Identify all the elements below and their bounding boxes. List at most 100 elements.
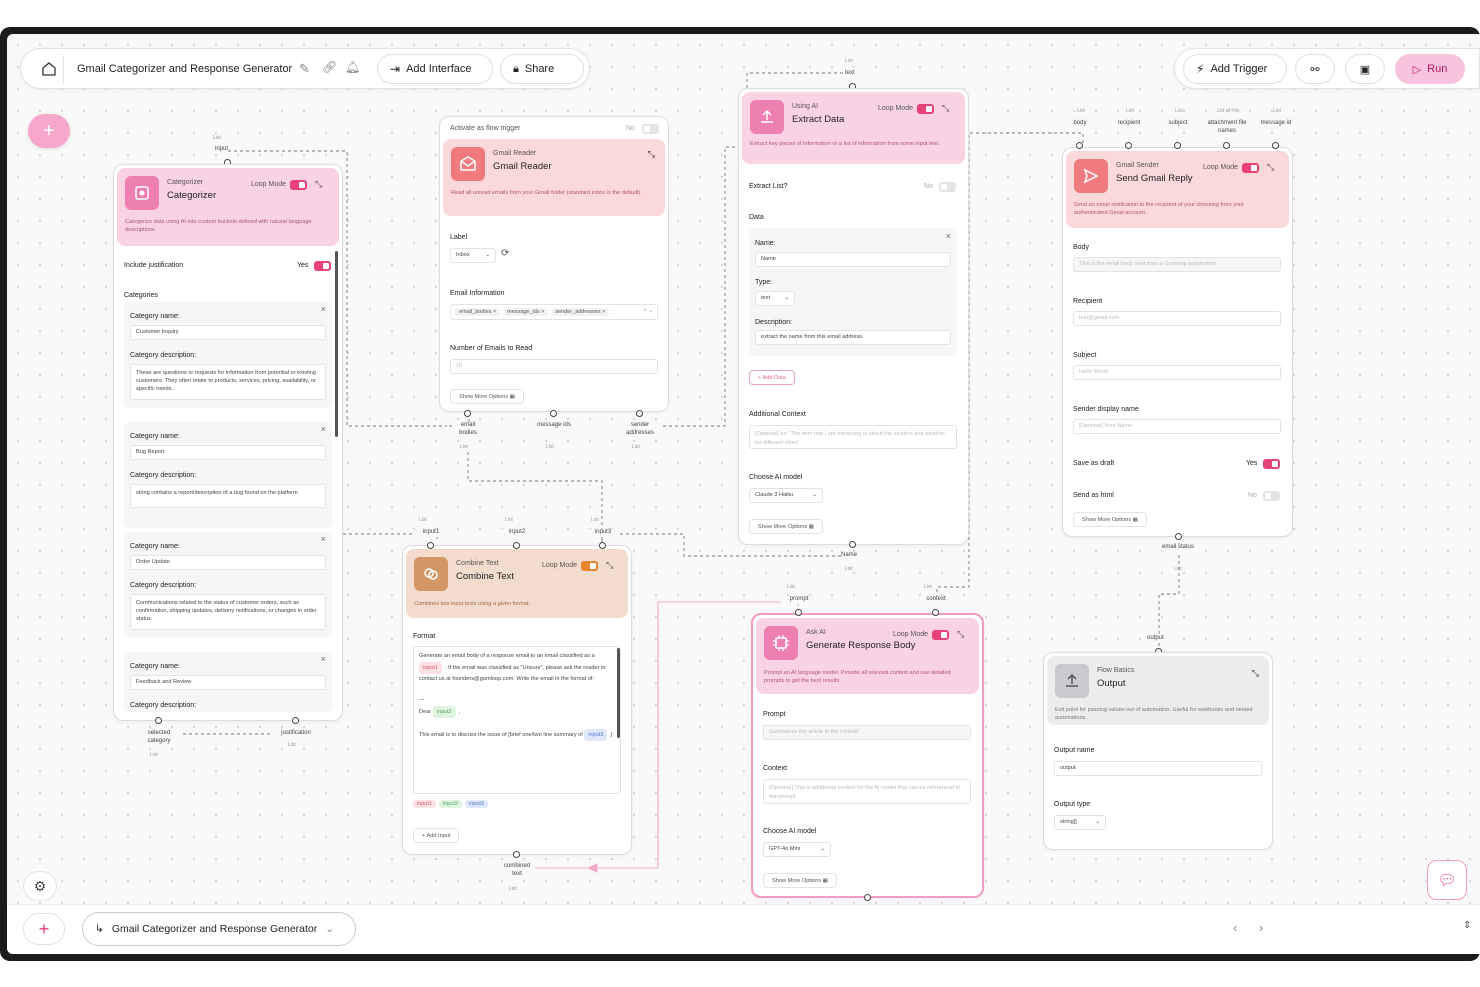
collapse-icon[interactable]: ⤡ [648,149,655,160]
scrollbar[interactable] [617,648,620,738]
output-port-ask-ai[interactable] [864,894,871,901]
add-node-button[interactable]: + [28,114,70,148]
input-port[interactable] [427,542,434,549]
collapse-icon[interactable]: ⤡ [957,629,964,640]
type-select[interactable]: text ⌄ [755,291,795,306]
share-button[interactable]: 🔒︎ Share [500,54,584,84]
close-icon[interactable]: × [321,424,326,434]
output-port-combined-text[interactable] [513,851,520,858]
edit-icon[interactable]: ✎ [299,61,310,77]
run-button[interactable]: ▷ Run [1395,54,1465,84]
output-port-message-ids[interactable] [550,410,557,417]
show-more-button[interactable]: Show More Options ▦ [749,519,823,534]
output-port-name[interactable] [849,541,856,548]
loop-mode-toggle[interactable] [932,629,950,640]
send-as-html-toggle[interactable] [1263,491,1280,501]
num-emails-input[interactable]: 10 [450,359,658,374]
loop-mode-toggle[interactable] [917,103,935,114]
input-port[interactable] [1076,142,1083,149]
category-name-field[interactable]: Feedback and Review [130,675,326,690]
close-icon[interactable]: × [321,654,326,664]
email-information-select[interactable]: email_bodies × message_ids × sender_addres… [450,304,658,320]
save-as-draft-toggle[interactable] [1263,459,1280,469]
expand-icon[interactable]: ⇕ [1463,920,1471,931]
close-icon[interactable]: × [946,231,951,241]
input-port[interactable] [1223,142,1230,149]
input-port[interactable] [1125,142,1132,149]
scrollbar[interactable] [335,251,338,437]
sender-display-name-field[interactable]: [Optional] Your Name [1073,419,1281,434]
link-icon[interactable]: 🔗︎ [322,60,337,74]
category-name-field[interactable]: Order Update [130,555,326,570]
add-input-button[interactable]: + Add Input [413,828,460,843]
body-field[interactable]: This is the email body sent from a Gumlo… [1073,257,1281,272]
add-interface-button[interactable]: ⇥ Add Interface [377,54,493,84]
input-port[interactable] [795,609,802,616]
label-select[interactable]: Inbox ⌄ [450,248,496,263]
refresh-icon[interactable]: ⟳ [501,248,509,259]
show-more-button[interactable]: Show More Options ▦ [450,389,524,404]
input-port[interactable] [1174,142,1181,149]
bell-icon[interactable]: 🔔︎ [345,60,360,74]
context-field[interactable]: [Optional] This is additional context fo… [763,779,971,804]
extract-list-toggle[interactable] [939,182,956,192]
category-description-field[interactable]: string contains a report/description of … [130,484,326,508]
gmail-reader-node[interactable]: Activate as flow trigger No Gmail Reader… [439,116,669,412]
input-port[interactable] [932,609,939,616]
loop-mode-toggle[interactable] [1242,162,1260,173]
ai-model-select[interactable]: Claude 3 Haiku ⌄ [749,488,823,503]
close-icon[interactable]: × [321,304,326,314]
description-field[interactable]: extract the name from this email address… [755,330,951,345]
gmail-sender-node[interactable]: Gmail Sender Send Gmail Reply Loop Mode ⤡… [1062,147,1293,537]
home-icon[interactable] [41,61,57,77]
input-port[interactable] [513,542,520,549]
flow-canvas[interactable]: Gmail Categorizer and Response Generator… [7,34,1480,954]
output-port-justification[interactable] [292,717,299,724]
show-more-button[interactable]: Show More Options ▦ [763,873,837,888]
settings-button[interactable]: ⚙ [23,871,57,901]
category-name-field[interactable]: Bug Report [130,445,326,460]
output-port-email-status[interactable] [1175,533,1182,540]
subject-field[interactable]: Hello World [1073,365,1281,380]
chevron-left-icon[interactable]: ‹ [1233,920,1237,935]
output-type-select[interactable]: string[] ⌄ [1054,815,1106,830]
format-field[interactable]: Generate an email body of a response ema… [413,646,621,794]
input-port[interactable] [1272,142,1279,149]
webhook-button[interactable]: ⚯ [1295,54,1335,84]
category-description-field[interactable]: These are questions or requests for info… [130,364,326,400]
add-trigger-button[interactable]: ⚡︎ Add Trigger [1183,54,1287,84]
output-port-category[interactable] [155,717,162,724]
collapse-icon[interactable]: ⤡ [942,103,949,114]
collapse-icon[interactable]: ⤡ [606,560,613,571]
category-description-field[interactable]: Communications related to the status of … [130,594,326,630]
ai-model-select[interactable]: GPT-4o Mini ⌄ [763,842,831,857]
collapse-icon[interactable]: ⤡ [315,179,322,190]
output-name-field[interactable]: output [1054,761,1262,776]
show-more-button[interactable]: Show More Options ▦ [1073,512,1147,527]
collapse-icon[interactable]: ⤡ [1267,162,1274,173]
flow-trigger-toggle[interactable] [642,124,659,134]
save-button[interactable]: ▣ [1345,54,1385,84]
category-name-field[interactable]: Customer Inquiry [130,325,326,340]
name-field[interactable]: Name [755,252,951,267]
collapse-icon[interactable]: ⤡ [1252,668,1259,679]
additional-context-field[interactable]: [Optional] ex: 'The item that I am extra… [749,425,957,449]
output-port-sender-addresses[interactable] [636,410,643,417]
categorizer-node[interactable]: Categorizer Categorizer Loop Mode ⤡ Categ… [113,164,343,721]
include-justification-toggle[interactable] [314,261,331,271]
close-icon[interactable]: × [321,534,326,544]
loop-mode-toggle[interactable] [290,179,308,190]
extract-data-node[interactable]: Using AI Extract Data Loop Mode ⤡ Extract… [738,88,969,545]
input-port[interactable] [599,542,606,549]
loop-mode-toggle[interactable] [581,560,599,571]
output-node[interactable]: Flow Basics Output ⤡ Exit point for pass… [1043,652,1273,850]
chat-button[interactable]: 💬︎ [1427,860,1467,900]
chevron-right-icon[interactable]: › [1259,920,1263,935]
add-flow-button[interactable]: + [23,913,65,945]
ask-ai-node[interactable]: Ask AI Generate Response Body Loop Mode ⤡… [751,613,984,898]
recipient-field[interactable]: test@gmail.com [1073,311,1281,326]
output-port-email-bodies[interactable] [464,410,471,417]
add-data-button[interactable]: + Add Data [749,370,795,385]
flow-selector[interactable]: ↳ Gmail Categorizer and Response Generato… [82,912,356,946]
prompt-field[interactable]: Summarize the article in the context [763,725,971,740]
